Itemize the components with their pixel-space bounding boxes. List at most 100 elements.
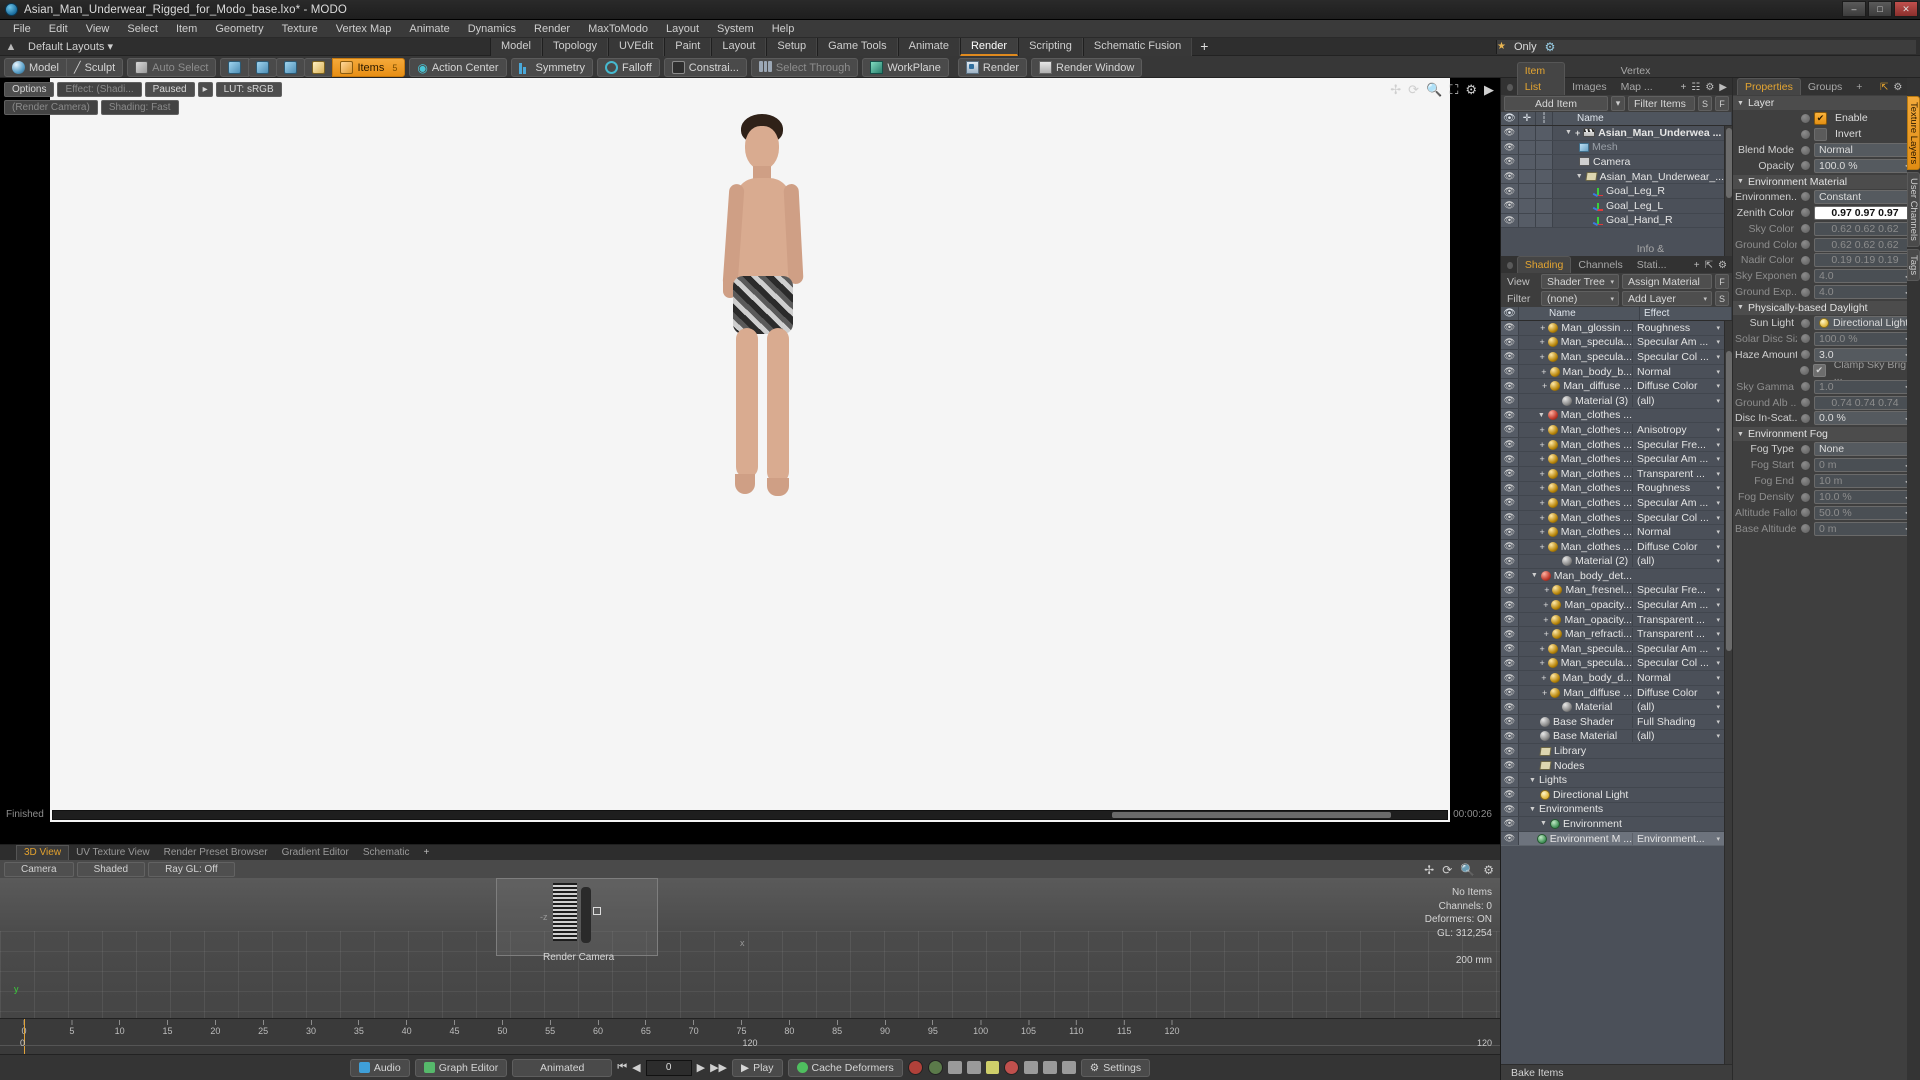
key-icon[interactable] xyxy=(947,1061,962,1074)
shader-name-cell[interactable]: + Man_specula... xyxy=(1519,336,1632,348)
layout-tab-paint[interactable]: Paint xyxy=(664,38,712,56)
add-icon[interactable]: + xyxy=(1540,337,1545,347)
graph-editor-button[interactable]: Graph Editor xyxy=(414,1058,508,1077)
menu-item-item[interactable]: Item xyxy=(167,20,206,38)
item-list-row[interactable]: 👁 Goal_Leg_R xyxy=(1501,184,1724,199)
channel-knob-icon[interactable] xyxy=(1800,381,1811,393)
property-field[interactable]: 50.0 %◂▸ xyxy=(1814,505,1916,520)
tab-add[interactable]: + xyxy=(1849,79,1869,95)
rotate-icon[interactable]: ⟳ xyxy=(1442,863,1452,877)
eye-icon[interactable]: 👁 xyxy=(1501,539,1519,554)
grid-icon[interactable]: ☷ xyxy=(1691,82,1700,93)
eye-icon[interactable]: 👁 xyxy=(1501,627,1519,642)
shader-tree-row[interactable]: 👁 + Man_clothes ... Diffuse Color ▾ xyxy=(1501,539,1724,555)
channel-knob-icon[interactable] xyxy=(1800,191,1811,203)
property-field[interactable]: 0.74 0.74 0.74 xyxy=(1814,395,1916,410)
eye-icon[interactable]: 👁 xyxy=(1501,831,1519,846)
channel-knob-icon[interactable] xyxy=(1800,523,1811,535)
pan-icon[interactable]: ✢ xyxy=(1390,82,1401,98)
axis-cell[interactable] xyxy=(1536,155,1553,169)
eye-icon[interactable]: 👁 xyxy=(1501,642,1519,656)
shader-name-cell[interactable]: + Man_fresnel... xyxy=(1519,584,1632,596)
tab-groups[interactable]: Groups xyxy=(1801,79,1849,95)
item-list-row[interactable]: 👁 Goal_Leg_L xyxy=(1501,198,1724,214)
chevron-down-icon[interactable]: ▾ xyxy=(1716,630,1720,638)
sculpt-mode-button[interactable]: ╱ Sculpt xyxy=(65,58,124,77)
expander-icon[interactable]: ▼ xyxy=(1576,173,1583,180)
model-mode-button[interactable]: Model xyxy=(4,58,67,77)
chevron-down-icon[interactable]: ▾ xyxy=(1716,732,1720,740)
shader-tree-row[interactable]: 👁 + Man_specula... Specular Col ... ▾ xyxy=(1501,656,1724,672)
shader-tree-rows[interactable]: 👁 + Man_glossin ... Roughness ▾ 👁 + Man_specula… xyxy=(1501,321,1724,1064)
expander-icon[interactable]: ▼ xyxy=(1529,777,1536,784)
shader-tree-row[interactable]: 👁 + Man_glossin ... Roughness ▾ xyxy=(1501,321,1724,336)
shader-effect-cell[interactable]: Specular Fre... ▾ xyxy=(1632,438,1724,451)
shader-name-cell[interactable]: + Man_clothes ... xyxy=(1519,541,1632,553)
key-yellow-icon[interactable] xyxy=(985,1061,999,1074)
eye-icon[interactable]: 👁 xyxy=(1501,729,1519,744)
eye-icon[interactable]: 👁 xyxy=(1501,525,1519,539)
shader-tree-row[interactable]: 👁 Material (all) ▾ xyxy=(1501,700,1724,716)
expander-icon[interactable]: ▼ xyxy=(1540,820,1547,827)
shader-tree-row[interactable]: 👁 ▼ Lights xyxy=(1501,773,1724,788)
shader-effect-cell[interactable]: Specular Am ... ▾ xyxy=(1632,336,1724,349)
eye-icon[interactable]: 👁 xyxy=(1501,140,1519,155)
shader-name-cell[interactable]: Material (3) xyxy=(1519,395,1632,407)
menu-item-geometry[interactable]: Geometry xyxy=(206,20,272,38)
channel-knob-icon[interactable] xyxy=(1800,207,1811,219)
bottom-tab-3d-view[interactable]: 3D View xyxy=(16,845,70,860)
channel-knob-icon[interactable] xyxy=(1800,144,1811,156)
layout-tab-animate[interactable]: Animate xyxy=(897,38,960,56)
shader-name-cell[interactable]: + Man_diffuse ... xyxy=(1519,380,1632,392)
property-field[interactable]: 100.0 %◂▸ xyxy=(1814,331,1916,346)
eye-icon[interactable]: 👁 xyxy=(1501,466,1519,481)
add-icon[interactable]: + xyxy=(1543,615,1548,625)
shader-effect-cell[interactable]: Specular Fre... ▾ xyxy=(1632,584,1724,597)
shader-tree-row[interactable]: 👁 ▼ Environments xyxy=(1501,802,1724,818)
shader-effect-cell[interactable]: Normal ▾ xyxy=(1632,672,1724,685)
shader-effect-cell[interactable]: Specular Am ... ▾ xyxy=(1632,599,1724,612)
shader-tree-row[interactable]: 👁 + Man_refracti... Transparent ... ▾ xyxy=(1501,627,1724,643)
shader-name-cell[interactable]: ▼ Environments xyxy=(1519,803,1632,815)
shader-name-cell[interactable]: ▼ Lights xyxy=(1519,774,1632,786)
action-center-button[interactable]: ◉ Action Center xyxy=(409,58,507,77)
add-icon[interactable]: + xyxy=(1544,629,1549,639)
viewport-chip-3[interactable]: ▸ xyxy=(197,81,213,97)
add-item-dropdown[interactable]: ▾ xyxy=(1611,96,1625,111)
eye-icon[interactable]: 👁 xyxy=(1501,155,1519,169)
items-mode-button[interactable]: Items 5 xyxy=(332,58,406,77)
chevron-icon[interactable]: ▶ xyxy=(1719,82,1727,93)
axis-cell[interactable] xyxy=(1536,198,1553,213)
eye-icon[interactable]: 👁 xyxy=(1501,685,1519,700)
menu-item-edit[interactable]: Edit xyxy=(40,20,77,38)
shader-name-cell[interactable]: + Man_specula... xyxy=(1519,657,1632,669)
tab-properties[interactable]: Properties xyxy=(1737,78,1801,95)
fit-icon[interactable]: ⛶ xyxy=(1449,82,1458,98)
eye-icon[interactable]: 👁 xyxy=(1501,758,1519,773)
tab-images[interactable]: Images xyxy=(1565,79,1613,95)
shader-tree-row[interactable]: 👁 + Man_specula... Specular Am ... ▾ xyxy=(1501,335,1724,351)
add-layout-tab-button[interactable]: + xyxy=(1192,38,1216,56)
axis-cell[interactable] xyxy=(1536,140,1553,155)
cache-deformers-button[interactable]: Cache Deformers xyxy=(787,1058,903,1077)
chevron-down-icon[interactable]: ▾ xyxy=(1716,659,1720,667)
add-layer-button[interactable]: Add Layer ▾ xyxy=(1622,291,1712,306)
camera-chip[interactable]: Camera xyxy=(4,861,74,877)
shader-tree-row[interactable]: 👁 + Man_diffuse ... Diffuse Color ▾ xyxy=(1501,379,1724,394)
expander-icon[interactable]: ▼ xyxy=(1531,572,1538,579)
property-field[interactable]: 0.19 0.19 0.19 xyxy=(1814,253,1916,268)
eye-icon[interactable]: 👁 xyxy=(1501,350,1519,364)
eye-icon[interactable]: 👁 xyxy=(1501,213,1519,228)
minimize-button[interactable]: – xyxy=(1842,1,1866,17)
shader-effect-cell[interactable]: Transparent ... ▾ xyxy=(1632,628,1724,641)
gear-icon[interactable]: ⚙ xyxy=(1893,82,1902,93)
layout-tab-render[interactable]: Render xyxy=(959,38,1019,56)
viewport-horizontal-scrollbar[interactable] xyxy=(52,810,1448,820)
add-icon[interactable]: + xyxy=(1540,542,1545,552)
add-icon[interactable]: + xyxy=(1543,600,1548,610)
menu-item-file[interactable]: File xyxy=(4,20,40,38)
shader-name-cell[interactable]: + Man_glossin ... xyxy=(1519,322,1632,334)
property-field[interactable]: 0 m◂▸ xyxy=(1814,458,1916,473)
star-icon[interactable]: ★ xyxy=(1497,41,1506,52)
viewport-chip-4[interactable]: LUT: sRGB xyxy=(215,81,282,97)
